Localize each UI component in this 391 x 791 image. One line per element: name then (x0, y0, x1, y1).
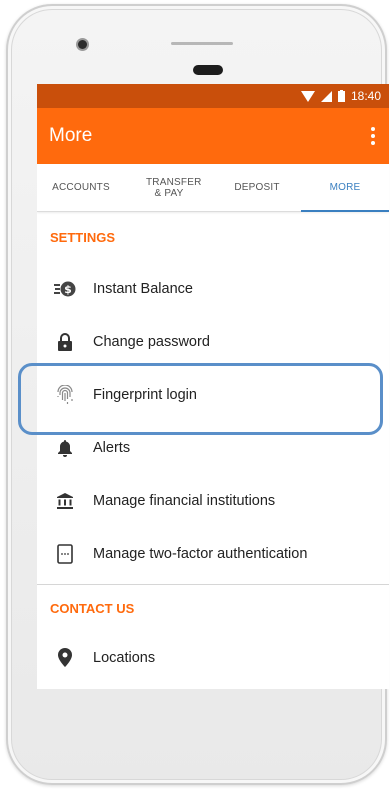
front-camera (78, 40, 87, 49)
signal-icon (320, 90, 332, 102)
menu-item-locations[interactable]: Locations (37, 631, 389, 684)
menu-item-instant-balance[interactable]: $ Instant Balance (37, 262, 389, 315)
tab-deposit[interactable]: DEPOSIT (213, 164, 301, 211)
menu-item-fingerprint-login[interactable]: Fingerprint login (37, 368, 389, 421)
fingerprint-icon (53, 383, 77, 407)
settings-header: SETTINGS (50, 229, 116, 245)
screen: 18:40 More ACCOUNTS TRANSFER & PAY DEPOS… (37, 84, 389, 689)
menu-item-manage-two-factor-authentication[interactable]: Manage two-factor authentication (37, 527, 389, 580)
tab-accounts[interactable]: ACCOUNTS (37, 164, 125, 211)
menu-item-label: Manage financial institutions (93, 492, 276, 509)
battery-icon (337, 90, 345, 102)
instant-balance-icon: $ (53, 277, 77, 301)
menu-item-label: Alerts (93, 439, 131, 456)
status-bar: 18:40 (37, 84, 389, 108)
speaker-grille (171, 42, 233, 45)
menu-item-label: Instant Balance (93, 280, 193, 297)
page-title: More (49, 125, 93, 146)
tab-bar: ACCOUNTS TRANSFER & PAY DEPOSIT MORE (37, 164, 389, 212)
tab-transfer-pay-label: TRANSFER & PAY (146, 176, 202, 199)
location-pin-icon (53, 646, 77, 670)
menu-item-label: Change password (93, 333, 210, 350)
menu-item-label: Manage two-factor authentication (93, 545, 308, 562)
menu-item-label: Locations (93, 649, 156, 666)
phone-frame: 18:40 More ACCOUNTS TRANSFER & PAY DEPOS… (6, 4, 389, 785)
bell-icon (53, 436, 77, 460)
earpiece (193, 65, 223, 75)
overflow-menu-icon[interactable] (369, 121, 377, 151)
app-bar: More (37, 108, 389, 164)
device-icon (53, 542, 77, 566)
svg-text:$: $ (64, 283, 72, 296)
menu-item-label: Fingerprint login (93, 386, 197, 403)
lock-icon (53, 330, 77, 354)
tab-more[interactable]: MORE (301, 164, 389, 212)
menu-item-alerts[interactable]: Alerts (37, 421, 389, 474)
bank-icon (53, 489, 77, 513)
menu-item-change-password[interactable]: Change password (37, 315, 389, 368)
contact-us-header: CONTACT US (50, 600, 135, 616)
menu-item-manage-financial-institutions[interactable]: Manage financial institutions (37, 474, 389, 527)
tab-transfer-pay[interactable]: TRANSFER & PAY (125, 164, 213, 211)
wifi-icon (300, 90, 315, 102)
status-time: 18:40 (350, 89, 381, 103)
